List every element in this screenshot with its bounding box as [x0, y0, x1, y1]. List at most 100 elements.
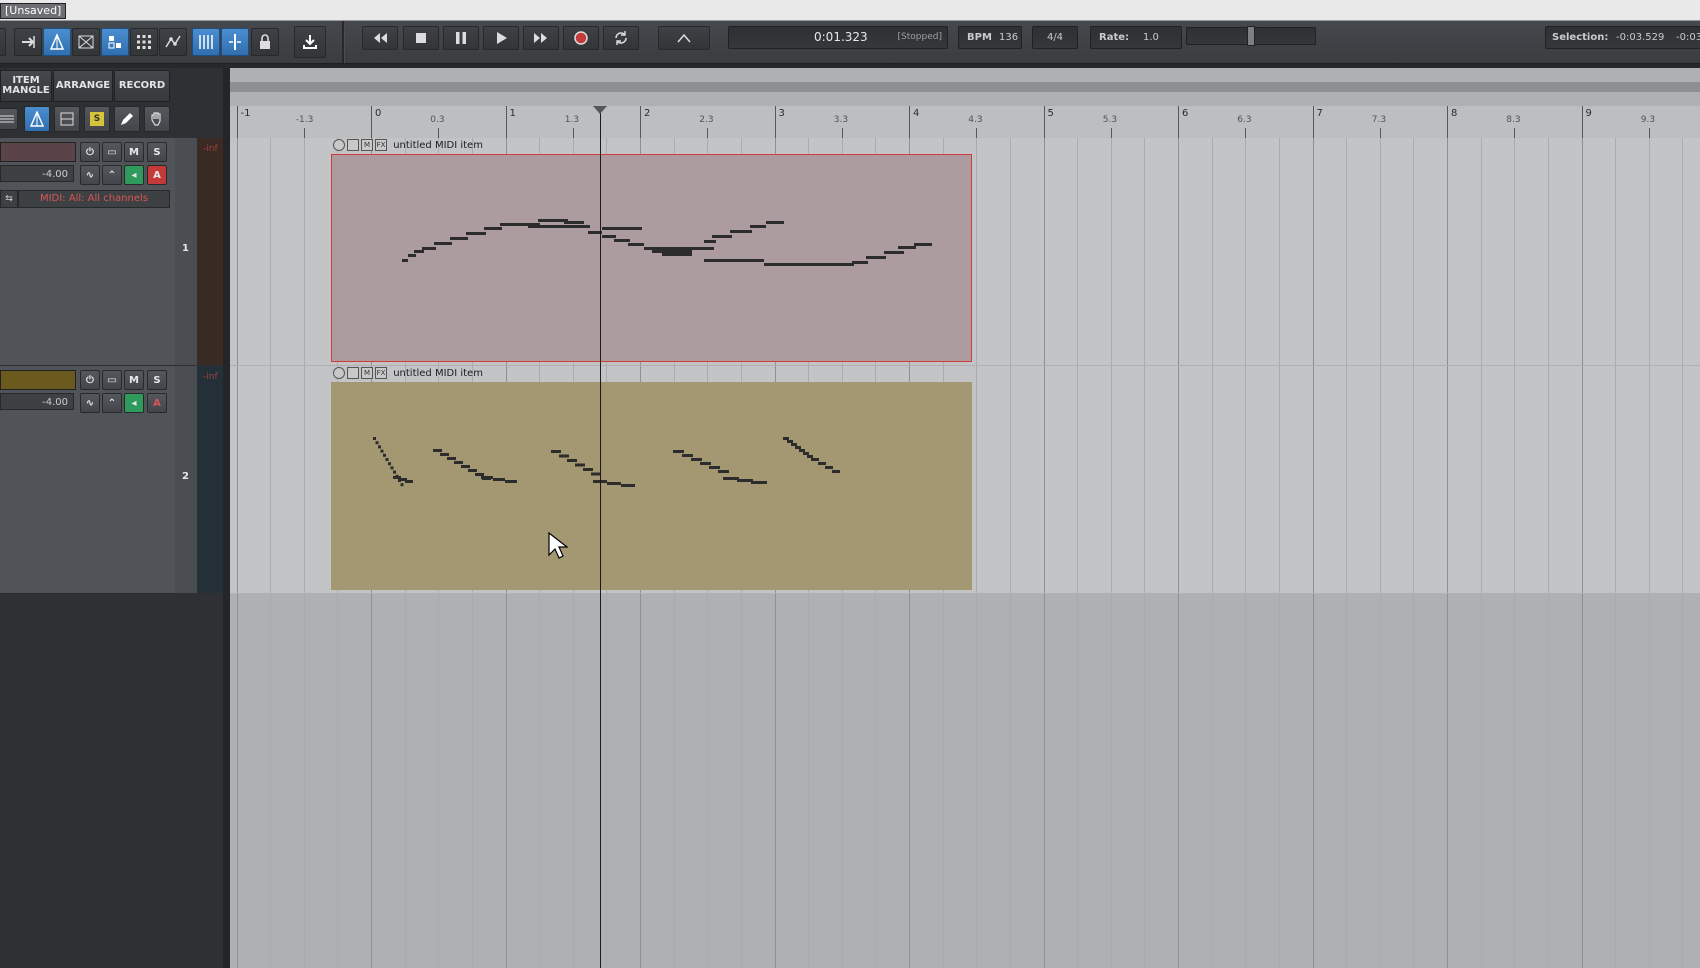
playhead-cursor[interactable] [593, 106, 607, 968]
midi-item-1-body[interactable] [331, 154, 972, 362]
midi-item-1[interactable]: M FX untitled MIDI item [331, 138, 972, 362]
automation-mode-icon[interactable] [658, 26, 710, 50]
track-2-mute-button[interactable]: M [124, 370, 144, 390]
midi-note[interactable] [383, 453, 386, 457]
tab-record[interactable]: RECORD [114, 70, 170, 102]
playhead-marker-icon[interactable] [593, 106, 607, 114]
track-1-monitor-icon[interactable]: ◂ [124, 165, 144, 185]
empty-arrange-area[interactable] [230, 594, 1700, 968]
midi-note[interactable] [737, 479, 753, 482]
midi-note[interactable] [402, 259, 408, 262]
midi-note[interactable] [652, 250, 692, 253]
midi-note[interactable] [807, 455, 813, 458]
midi-note[interactable] [375, 441, 379, 445]
track-1-name-field[interactable] [0, 142, 76, 162]
grid-icon[interactable] [130, 28, 158, 56]
track-1-midi-input[interactable]: MIDI: All: All channels [18, 190, 170, 208]
pause-icon[interactable] [443, 26, 479, 50]
track-1-power-icon[interactable]: ⏻ [80, 142, 100, 162]
midi-note[interactable] [388, 462, 391, 466]
tab-arrange[interactable]: ARRANGE [53, 70, 113, 102]
mixer-icon[interactable] [54, 106, 80, 132]
stop-icon[interactable] [403, 26, 439, 50]
midi-note[interactable] [450, 237, 468, 240]
midi-note[interactable] [818, 462, 826, 465]
midi-note[interactable] [791, 443, 797, 446]
midi-note[interactable] [764, 263, 854, 266]
midi-note[interactable] [866, 256, 886, 259]
track-2-name-field[interactable] [0, 370, 76, 390]
midi-note[interactable] [704, 259, 764, 262]
item-1-lock-icon[interactable] [333, 139, 345, 151]
midi-note[interactable] [393, 470, 396, 474]
track-2-arm-button[interactable]: A [147, 393, 167, 413]
repeat-icon[interactable] [603, 26, 639, 50]
track-2-monitor-icon[interactable]: ◂ [124, 393, 144, 413]
item-2-props-icon[interactable] [347, 367, 359, 379]
midi-note[interactable] [803, 452, 809, 455]
pencil-tool-icon[interactable] [114, 106, 140, 132]
midi-note[interactable] [583, 468, 593, 471]
midi-note[interactable] [718, 470, 729, 473]
midi-note[interactable] [434, 242, 452, 245]
rate-field[interactable]: Rate: 1.0 [1090, 26, 1182, 49]
midi-note[interactable] [461, 465, 470, 468]
midi-note[interactable] [723, 477, 739, 480]
midi-note[interactable] [811, 458, 819, 461]
midi-note[interactable] [662, 253, 692, 256]
midi-note[interactable] [468, 469, 477, 472]
item-2-lock-icon[interactable] [333, 367, 345, 379]
midi-note[interactable] [433, 449, 442, 452]
midi-note[interactable] [832, 470, 840, 473]
crossfade-icon[interactable] [72, 28, 100, 56]
midi-note[interactable] [884, 251, 904, 254]
midi-note[interactable] [575, 463, 585, 467]
midi-note[interactable] [825, 466, 833, 469]
track-2-volume[interactable]: -4.00 [0, 393, 74, 410]
midi-note[interactable] [607, 482, 621, 485]
midi-item-2-body[interactable] [331, 382, 972, 590]
time-signature-field[interactable]: 4/4 [1032, 26, 1078, 49]
midi-note[interactable] [481, 476, 493, 479]
midi-note[interactable] [644, 247, 714, 250]
midi-note[interactable] [799, 449, 805, 452]
item-1-props-icon[interactable] [347, 139, 359, 151]
item-2-mute-icon[interactable]: M [361, 367, 373, 379]
midi-note[interactable] [454, 461, 463, 464]
fast-forward-icon[interactable] [523, 26, 559, 50]
midi-note[interactable] [614, 239, 630, 242]
grouping-icon[interactable] [101, 28, 129, 56]
midi-note[interactable] [628, 243, 644, 246]
track-2-io-icon[interactable]: ▭ [102, 370, 122, 390]
midi-note[interactable] [551, 450, 561, 453]
toolbar-edge-button[interactable] [0, 28, 6, 56]
midi-note[interactable] [766, 221, 784, 224]
midi-note[interactable] [712, 235, 732, 238]
midi-note[interactable] [914, 243, 932, 246]
midi-note[interactable] [414, 250, 424, 253]
track-1-solo-button[interactable]: S [147, 142, 167, 162]
midi-note[interactable] [704, 240, 716, 243]
midi-note[interactable] [447, 457, 456, 460]
midi-note[interactable] [505, 480, 517, 483]
midi-note[interactable] [484, 227, 502, 230]
midi-note[interactable] [440, 453, 449, 456]
track-1-input-icon[interactable]: ⇆ [0, 190, 18, 208]
time-display[interactable]: 0:01.323 [Stopped] [728, 26, 948, 49]
render-download-icon[interactable] [294, 26, 326, 58]
midi-note[interactable] [385, 458, 389, 461]
midi-note[interactable] [422, 247, 436, 250]
tab-item-mangle[interactable]: ITEM MANGLE [0, 70, 52, 102]
midi-note[interactable] [559, 454, 569, 458]
track-1-arm-button[interactable]: A [147, 165, 167, 185]
midi-note[interactable] [795, 446, 801, 449]
midi-note[interactable] [475, 473, 484, 476]
track-2-power-icon[interactable]: ⏻ [80, 370, 100, 390]
midi-note[interactable] [621, 484, 635, 487]
midi-note[interactable] [783, 437, 789, 440]
midi-note[interactable] [408, 254, 416, 257]
track-1-envelope-icon[interactable]: ∿ [80, 165, 100, 185]
ripple-edit-icon[interactable] [43, 28, 71, 56]
midi-note[interactable] [700, 462, 711, 465]
timeline-ruler[interactable]: -1 0 1 2 3 4 5 6 7 8 9 -1.3 0.3 1.3 2.3 3.3 4.3 5.3 6.3 7.3… [230, 106, 1700, 139]
